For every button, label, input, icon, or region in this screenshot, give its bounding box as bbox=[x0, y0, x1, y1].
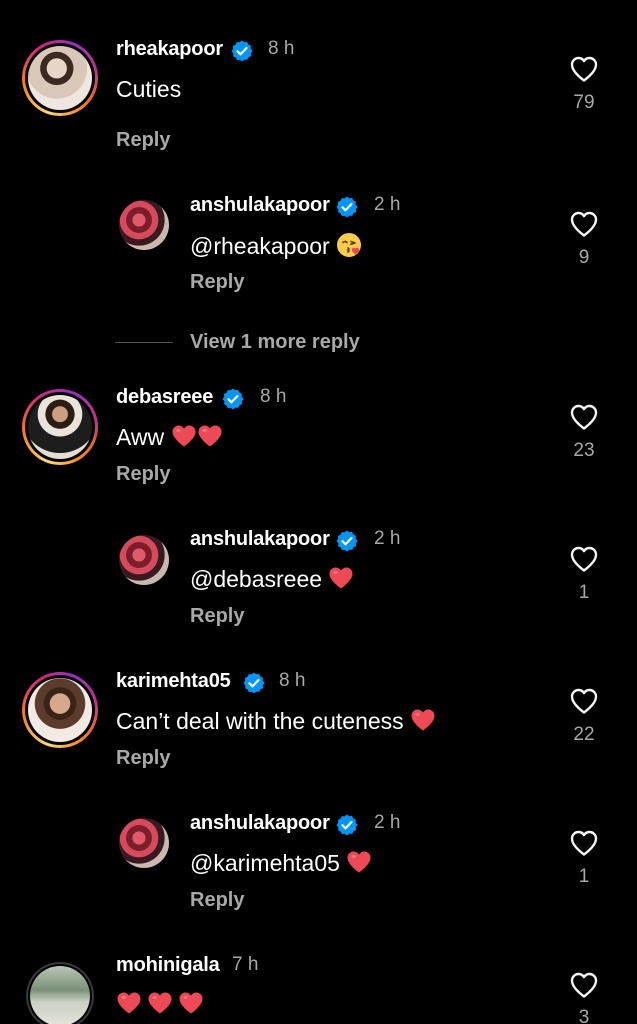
comment-text: Can’t deal with the cuteness bbox=[116, 708, 436, 735]
reply-button[interactable]: Reply bbox=[190, 889, 244, 912]
red-heart-emoji-icon bbox=[328, 566, 354, 590]
red-heart-emoji-icon bbox=[171, 424, 197, 448]
kissing-face-emoji-icon bbox=[336, 232, 362, 258]
comment-time: 7 h bbox=[232, 954, 259, 975]
avatar[interactable] bbox=[28, 395, 92, 459]
heart-icon[interactable] bbox=[569, 403, 599, 431]
verified-badge-icon bbox=[335, 195, 359, 219]
comment-username[interactable]: anshulakapoor bbox=[190, 528, 330, 551]
avatar[interactable] bbox=[119, 818, 169, 868]
view-more-replies-button[interactable]: View 1 more reply bbox=[190, 331, 360, 354]
avatar[interactable] bbox=[28, 46, 92, 110]
comment-text: @karimehta05 bbox=[190, 850, 372, 877]
avatar[interactable] bbox=[119, 200, 169, 250]
story-ring[interactable] bbox=[22, 672, 98, 748]
comment-time: 2 h bbox=[374, 194, 401, 215]
like-count[interactable]: 22 bbox=[564, 724, 604, 746]
comment-text bbox=[116, 991, 204, 1018]
heart-icon[interactable] bbox=[569, 687, 599, 715]
comment-time: 8 h bbox=[260, 386, 287, 407]
avatar[interactable] bbox=[30, 966, 90, 1024]
mention-link[interactable]: @karimehta05 bbox=[190, 850, 340, 876]
comment-time: 8 h bbox=[268, 38, 295, 59]
like-count[interactable]: 1 bbox=[564, 866, 604, 888]
heart-icon[interactable] bbox=[569, 971, 599, 999]
reply-button[interactable]: Reply bbox=[190, 271, 244, 294]
story-ring[interactable] bbox=[22, 389, 98, 465]
verified-badge-icon bbox=[335, 813, 359, 837]
comment-username[interactable]: anshulakapoor bbox=[190, 194, 330, 217]
like-count[interactable]: 79 bbox=[564, 92, 604, 114]
red-heart-emoji-icon bbox=[346, 850, 372, 874]
red-heart-emoji-icon bbox=[197, 424, 223, 448]
red-heart-emoji-icon bbox=[147, 991, 173, 1015]
reply-button[interactable]: Reply bbox=[190, 605, 244, 628]
mention-link[interactable]: @debasreee bbox=[190, 566, 322, 592]
comment-username[interactable]: debasreee bbox=[116, 386, 213, 409]
comment-text: Cuties bbox=[116, 76, 182, 102]
red-heart-emoji-icon bbox=[178, 991, 204, 1015]
comment-text: @debasreee bbox=[190, 566, 354, 593]
comment-text: Aww bbox=[116, 424, 223, 451]
mention-link[interactable]: @rheakapoor bbox=[190, 233, 330, 259]
comment-time: 2 h bbox=[374, 528, 401, 549]
reply-button[interactable]: Reply bbox=[116, 129, 170, 152]
view-more-divider bbox=[115, 342, 173, 343]
verified-badge-icon bbox=[335, 529, 359, 553]
like-count[interactable]: 3 bbox=[564, 1007, 604, 1024]
red-heart-emoji-icon bbox=[116, 991, 142, 1015]
red-heart-emoji-icon bbox=[410, 708, 436, 732]
comment-username[interactable]: mohinigala bbox=[116, 954, 220, 977]
like-count[interactable]: 1 bbox=[564, 582, 604, 604]
avatar-ring[interactable] bbox=[26, 962, 94, 1024]
heart-icon[interactable] bbox=[569, 210, 599, 238]
verified-badge-icon bbox=[221, 387, 245, 411]
avatar[interactable] bbox=[28, 678, 92, 742]
avatar[interactable] bbox=[119, 535, 169, 585]
comment-username[interactable]: anshulakapoor bbox=[190, 812, 330, 835]
like-count[interactable]: 9 bbox=[564, 247, 604, 269]
heart-icon[interactable] bbox=[569, 829, 599, 857]
reply-button[interactable]: Reply bbox=[116, 747, 170, 770]
comment-username[interactable]: rheakapoor bbox=[116, 38, 223, 61]
comment-text: @rheakapoor bbox=[190, 232, 362, 260]
comment-time: 2 h bbox=[374, 812, 401, 833]
heart-icon[interactable] bbox=[569, 545, 599, 573]
verified-badge-icon bbox=[230, 39, 254, 63]
verified-badge-icon bbox=[242, 671, 266, 695]
comment-username[interactable]: karimehta05 bbox=[116, 670, 231, 693]
heart-icon[interactable] bbox=[569, 55, 599, 83]
like-count[interactable]: 23 bbox=[564, 440, 604, 462]
reply-button[interactable]: Reply bbox=[116, 463, 170, 486]
comment-time: 8 h bbox=[279, 670, 306, 691]
story-ring[interactable] bbox=[22, 40, 98, 116]
